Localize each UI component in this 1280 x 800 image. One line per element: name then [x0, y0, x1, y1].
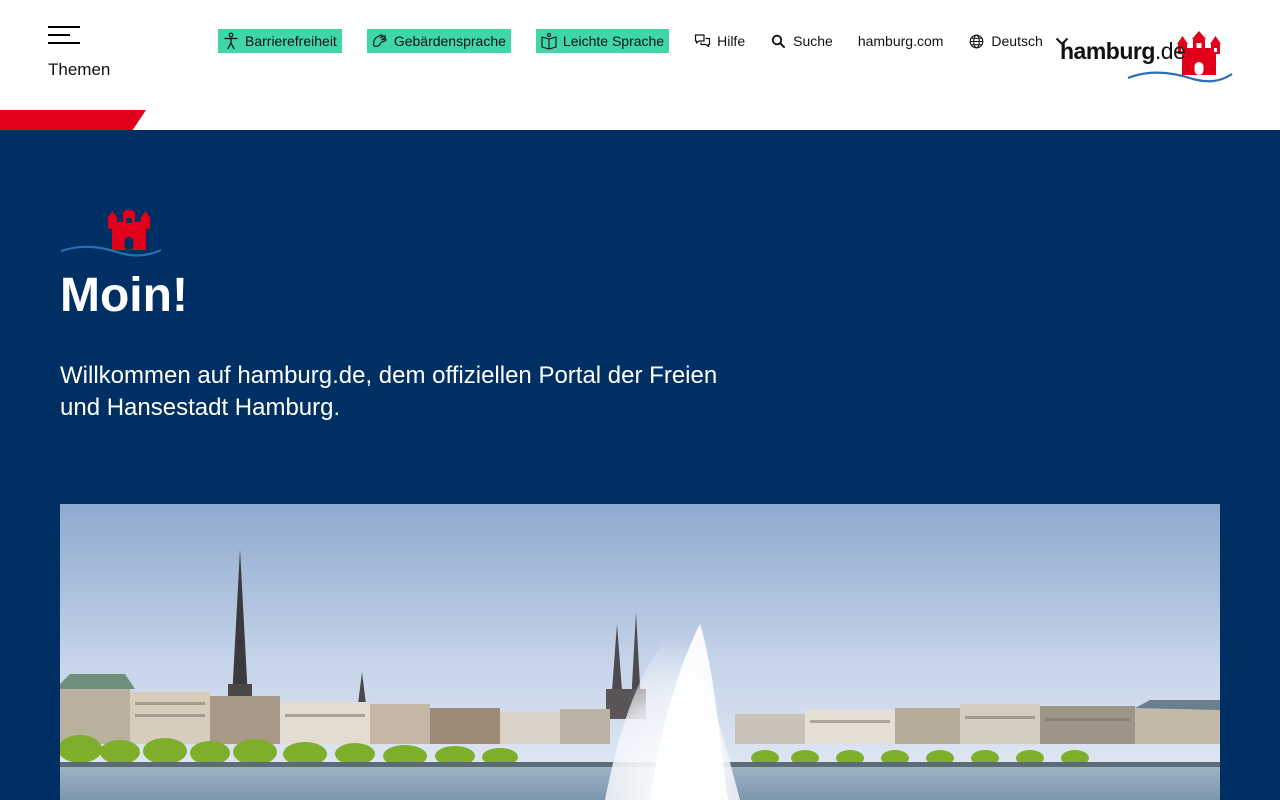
menu-label: Themen — [48, 60, 111, 79]
accessibility-label: Barrierefreiheit — [245, 33, 337, 49]
sign-language-link[interactable]: Gebärdensprache — [366, 29, 511, 53]
service-navigation: Barrierefreiheit Gebärdensprache Leichte… — [218, 29, 1094, 53]
easy-language-label: Leichte Sprache — [562, 33, 665, 49]
accessibility-person-icon — [224, 32, 238, 50]
sign-language-hands-icon — [372, 34, 387, 47]
search-link[interactable]: Suche — [770, 33, 833, 50]
search-icon — [771, 34, 786, 48]
themen-menu-button[interactable]: Themen — [48, 26, 128, 86]
language-selector[interactable]: Deutsch — [968, 33, 1068, 50]
hamburg-castle-emblem — [60, 210, 162, 257]
hero-section: Moin! Willkommen auf hamburg.de, dem off… — [0, 130, 1280, 800]
hamburg-com-label: hamburg.com — [857, 33, 944, 49]
hamburger-menu-icon — [48, 26, 128, 44]
help-label: Hilfe — [717, 33, 746, 49]
hamburg-com-link[interactable]: hamburg.com — [858, 33, 944, 49]
hero-image-alster-skyline — [60, 504, 1220, 800]
site-header: Themen Barrierefreiheit Gebärdensprache … — [0, 0, 1280, 130]
sign-language-label: Gebärdensprache — [393, 33, 506, 49]
logo-wordmark: hamburg.de — [1060, 38, 1186, 64]
easy-language-book-icon — [541, 32, 557, 50]
language-label: Deutsch — [991, 33, 1043, 49]
accessibility-link[interactable]: Barrierefreiheit — [218, 29, 342, 53]
easy-language-link[interactable]: Leichte Sprache — [535, 29, 670, 53]
hero-subtitle: Willkommen auf hamburg.de, dem offiziell… — [60, 362, 718, 421]
hero-title: Moin! — [60, 269, 188, 322]
help-link[interactable]: Hilfe — [694, 33, 745, 50]
search-label: Suche — [793, 33, 833, 49]
help-speech-bubbles-icon — [694, 33, 711, 47]
hamburg-de-logo[interactable]: hamburg.de — [1058, 30, 1234, 84]
globe-icon — [970, 34, 984, 48]
